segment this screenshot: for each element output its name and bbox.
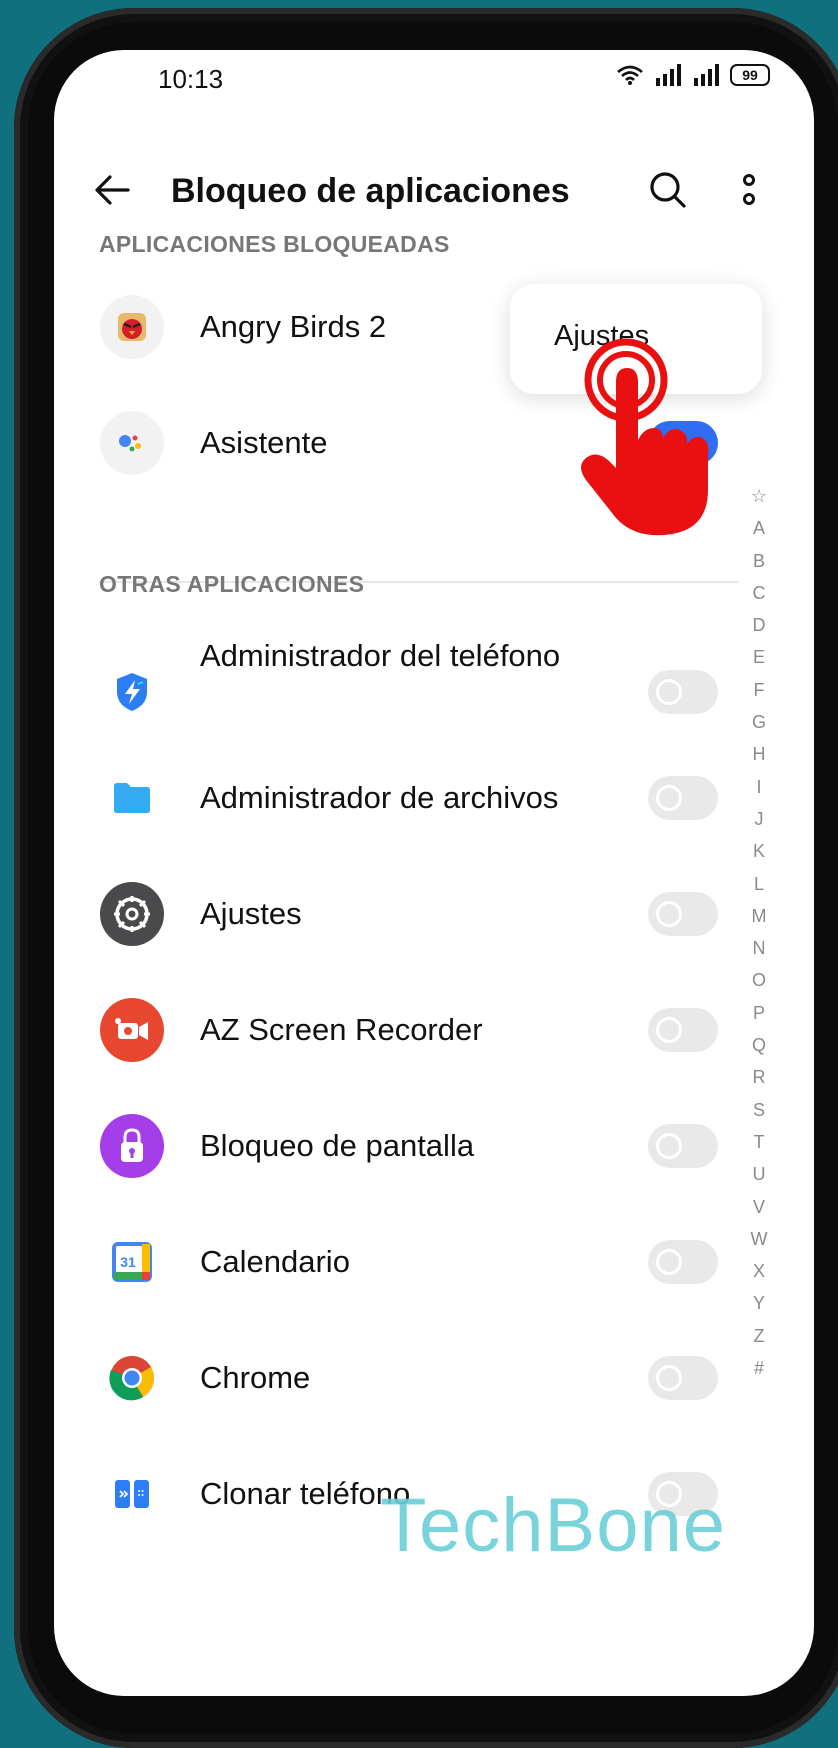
alpha-index-letter[interactable]: O	[752, 964, 766, 996]
app-label: Asistente	[200, 425, 328, 460]
lock-toggle[interactable]	[648, 1124, 718, 1168]
watermark-logo: TechBone	[380, 1483, 727, 1568]
alpha-index-letter[interactable]: E	[753, 641, 765, 673]
alpha-index-letter[interactable]: R	[753, 1061, 766, 1093]
toggle-knob	[656, 1133, 682, 1159]
settings-gear-icon	[100, 882, 164, 946]
app-label: Ajustes	[200, 896, 302, 931]
toggle-knob	[656, 901, 682, 927]
search-button[interactable]	[646, 168, 690, 212]
app-label: Calendario	[200, 1244, 350, 1279]
app-row-calendar[interactable]: 31 Calendario	[54, 1207, 754, 1317]
toggle-knob	[656, 1249, 682, 1275]
app-label: Angry Birds 2	[200, 309, 387, 344]
alphabet-index[interactable]: ☆ A B C D E F G H I J K L M N O P Q R S T U V W X Y Z #	[744, 480, 774, 1384]
app-label: Bloqueo de pantalla	[200, 1128, 475, 1163]
more-vert-icon	[743, 174, 755, 205]
alpha-index-letter[interactable]: Z	[754, 1320, 765, 1352]
alpha-index-letter[interactable]: N	[753, 932, 766, 964]
angry-birds-icon	[100, 295, 164, 359]
alpha-index-letter[interactable]: F	[754, 674, 765, 706]
status-bar: 10:13 99	[54, 50, 814, 110]
app-label: Administrador del teléfono	[200, 638, 561, 673]
assistant-icon	[100, 411, 164, 475]
phone-manager-icon	[100, 660, 164, 724]
phone-screen: 10:13 99 Bloqueo de aplicaciones APLICAC…	[54, 50, 814, 1696]
alpha-index-letter[interactable]: B	[753, 545, 765, 577]
chrome-icon	[100, 1346, 164, 1410]
alpha-index-letter[interactable]: #	[754, 1352, 764, 1384]
lock-toggle[interactable]	[648, 1008, 718, 1052]
app-row-chrome[interactable]: Chrome	[54, 1323, 754, 1433]
clone-phone-icon	[100, 1462, 164, 1526]
toggle-knob	[656, 1365, 682, 1391]
app-row-file-manager[interactable]: Administrador de archivos	[54, 743, 754, 853]
lock-toggle[interactable]	[648, 776, 718, 820]
screen-lock-icon	[100, 1114, 164, 1178]
signal-icon-2	[694, 64, 719, 86]
toggle-knob	[656, 785, 682, 811]
alpha-index-letter[interactable]: G	[752, 706, 766, 738]
alpha-index-letter[interactable]: U	[753, 1158, 766, 1190]
screen-recorder-icon	[100, 998, 164, 1062]
alpha-index-letter[interactable]: K	[753, 835, 765, 867]
alpha-index-letter[interactable]: X	[753, 1255, 765, 1287]
alpha-index-letter[interactable]: S	[753, 1094, 765, 1126]
status-time: 10:13	[158, 64, 224, 94]
alpha-index-letter[interactable]: J	[755, 803, 764, 835]
alpha-index-letter[interactable]: W	[751, 1223, 768, 1255]
app-label: Chrome	[200, 1360, 311, 1395]
wifi-icon	[617, 65, 643, 85]
folder-icon	[100, 766, 164, 830]
signal-icon	[656, 64, 681, 86]
back-arrow-icon	[95, 175, 130, 205]
other-apps-header: OTRAS APLICACIONES	[99, 571, 365, 597]
search-icon	[650, 172, 686, 208]
more-options-button[interactable]	[734, 168, 764, 212]
tap-hand-icon	[581, 338, 709, 536]
lock-toggle[interactable]	[648, 1356, 718, 1400]
lock-toggle[interactable]	[648, 670, 718, 714]
alpha-index-letter[interactable]: M	[752, 900, 767, 932]
toolbar: Bloqueo de aplicaciones	[54, 150, 814, 230]
alpha-index-letter[interactable]: V	[753, 1191, 765, 1223]
page-title: Bloqueo de aplicaciones	[171, 172, 570, 210]
app-row-phone-manager[interactable]: Administrador del teléfono	[54, 620, 754, 730]
alpha-index-letter[interactable]: T	[754, 1126, 765, 1158]
app-label: Clonar teléfono	[200, 1476, 411, 1511]
app-row-screen-lock[interactable]: Bloqueo de pantalla	[54, 1091, 754, 1201]
alpha-index-letter[interactable]: P	[753, 997, 765, 1029]
alpha-index-letter[interactable]: Q	[752, 1029, 766, 1061]
back-button[interactable]	[90, 168, 134, 212]
alpha-index-letter[interactable]: D	[753, 609, 766, 641]
toggle-knob	[656, 679, 682, 705]
alpha-index-letter[interactable]: I	[756, 771, 761, 803]
lock-toggle[interactable]	[648, 892, 718, 936]
alpha-index-letter[interactable]: H	[753, 738, 766, 770]
app-row-az-recorder[interactable]: AZ Screen Recorder	[54, 975, 754, 1085]
alpha-index-letter[interactable]: A	[753, 512, 765, 544]
lock-toggle[interactable]	[648, 1240, 718, 1284]
app-label: AZ Screen Recorder	[200, 1012, 483, 1047]
calendar-icon: 31	[100, 1230, 164, 1294]
app-label: Administrador de archivos	[200, 780, 559, 815]
alpha-index-letter[interactable]: C	[753, 577, 766, 609]
status-icons: 99	[616, 64, 770, 86]
alpha-index-letter[interactable]: Y	[753, 1287, 765, 1319]
battery-icon: 99	[730, 64, 770, 86]
app-row-settings[interactable]: Ajustes	[54, 859, 754, 969]
alpha-index-letter[interactable]: L	[754, 868, 764, 900]
toggle-knob	[656, 1017, 682, 1043]
svg-text:31: 31	[120, 1254, 136, 1270]
locked-apps-header: APLICACIONES BLOQUEADAS	[99, 231, 450, 257]
alpha-index-letter[interactable]: ☆	[751, 480, 767, 512]
